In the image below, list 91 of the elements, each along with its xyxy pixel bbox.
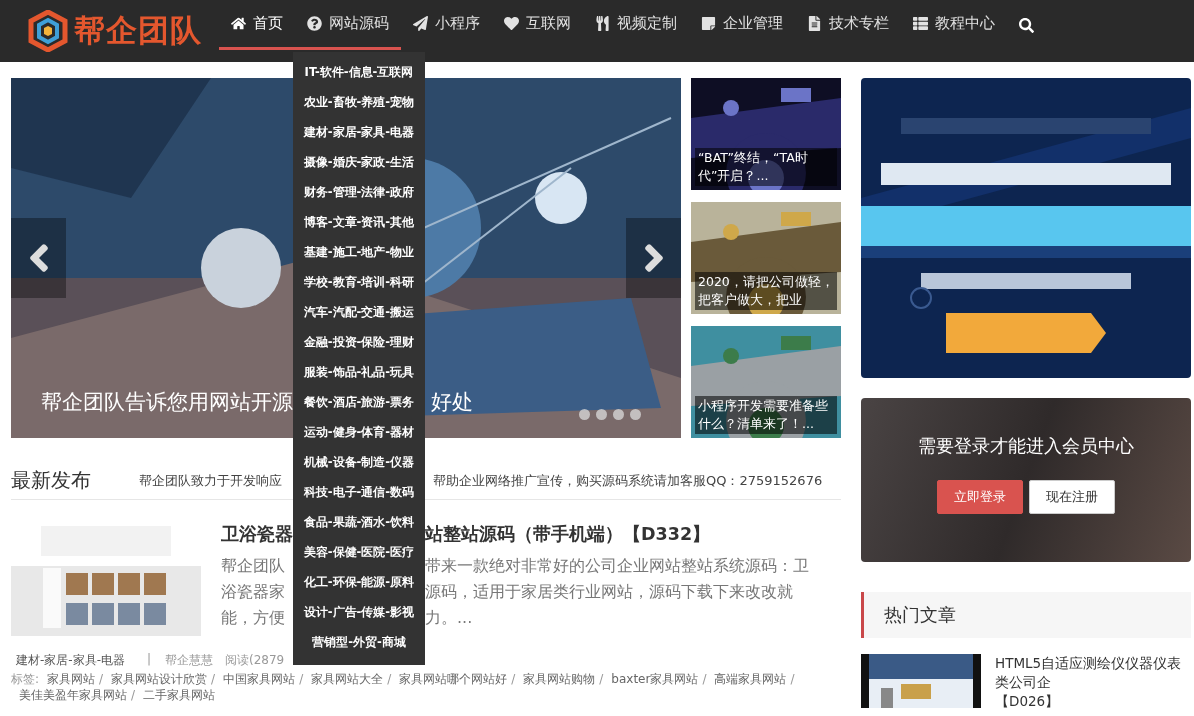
tag-link[interactable]: baxter家具网站	[611, 672, 699, 686]
post-caption[interactable]: 小程序开发需要准备些什么？清单来了！...	[695, 396, 837, 434]
nav-link[interactable]: 视频定制	[583, 0, 689, 50]
tag-separator: /	[702, 672, 707, 686]
article-excerpt: 力。...	[425, 607, 473, 629]
tag-separator: /	[790, 672, 795, 686]
dropdown-item[interactable]: 运动-健身-体育-器材	[293, 417, 425, 447]
section-title: 热门文章	[884, 603, 956, 627]
article-excerpt: 带来一款绝对非常好的公司企业网站整站系统源码：卫	[425, 555, 809, 577]
question-icon	[307, 16, 322, 31]
slide-dot[interactable]	[579, 409, 590, 420]
dropdown-item[interactable]: 农业-畜牧-养殖-宠物	[293, 87, 425, 117]
search-icon	[1019, 17, 1034, 33]
notice-text: 帮助企业网络推广宣传，购买源码系统请加客服QQ：2759152676	[433, 471, 823, 490]
slide-caption: 帮企团队告诉您用网站开源	[41, 389, 293, 416]
tag-separator: /	[211, 672, 216, 686]
dropdown-item[interactable]: 基建-施工-地产-物业	[293, 237, 425, 267]
dropdown-item[interactable]: 设计-广告-传媒-影视	[293, 597, 425, 627]
dropdown-item[interactable]: 美容-保健-医院-医疗	[293, 537, 425, 567]
hot-article-title[interactable]: HTML5自适应测绘仪仪器仪表	[995, 654, 1182, 673]
dropdown-item[interactable]: 摄像-婚庆-家政-生活	[293, 147, 425, 177]
nav-link[interactable]: 互联网	[492, 0, 583, 50]
tag-separator: /	[99, 672, 104, 686]
dropdown-item[interactable]: 食品-果蔬-酒水-饮料	[293, 507, 425, 537]
nav-link[interactable]: 首页	[219, 0, 295, 50]
tag-link[interactable]: 二手家具网站	[143, 688, 216, 702]
previous-slide-button[interactable]	[11, 218, 66, 298]
hot-article-title[interactable]: 类公司企	[995, 673, 1182, 692]
dropdown-item[interactable]: 汽车-汽配-交通-搬运	[293, 297, 425, 327]
category-link[interactable]: 建材-家居-家具-电器	[16, 652, 147, 669]
slide-dot[interactable]	[613, 409, 624, 420]
tag-link[interactable]: 家具网站购物	[523, 672, 596, 686]
article-excerpt: 帮企团队	[221, 555, 285, 577]
dropdown-item[interactable]: 科技-电子-通信-数码	[293, 477, 425, 507]
tag-link[interactable]: 美佳美盈年家具网站	[19, 688, 127, 702]
article-excerpt: 源码，适用于家居类行业网站，源码下载下来改改就	[425, 581, 793, 603]
home-icon	[231, 16, 246, 31]
meta-divider: |	[147, 652, 153, 668]
login-button[interactable]: 立即登录	[937, 480, 1023, 514]
dropdown-item[interactable]: 学校-教育-培训-科研	[293, 267, 425, 297]
register-button[interactable]: 现在注册	[1029, 480, 1115, 514]
post-caption[interactable]: 2020，请把公司做轻，把客户做大，把业	[695, 272, 837, 310]
slide-dot[interactable]	[596, 409, 607, 420]
dropdown-item[interactable]: 化工-环保-能源-原料	[293, 567, 425, 597]
tag-separator: /	[299, 672, 304, 686]
nav-link[interactable]: 小程序	[401, 0, 492, 50]
article-excerpt: 浴瓷器家	[221, 581, 285, 603]
dropdown-item[interactable]: 金融-投资-保险-理财	[293, 327, 425, 357]
dropdown-item[interactable]: 服装-饰品-礼品-玩具	[293, 357, 425, 387]
tag-link[interactable]: 中国家具网站	[223, 672, 296, 686]
tags-label: 标签:	[11, 672, 40, 686]
tag-separator: /	[131, 688, 136, 702]
author-name: 帮企慧慧	[165, 652, 214, 669]
logo-text[interactable]: 帮企团队	[74, 10, 202, 52]
tag-separator: /	[387, 672, 392, 686]
article-title[interactable]: 卫浴瓷器	[221, 518, 293, 550]
dropdown-item[interactable]: 建材-家居-家具-电器	[293, 117, 425, 147]
article-excerpt: 能，方便	[221, 607, 285, 629]
tag-link[interactable]: 家具网站哪个网站好	[399, 672, 508, 686]
dropdown-item[interactable]: 博客-文章-资讯-其他	[293, 207, 425, 237]
list-icon	[913, 16, 928, 31]
hot-article-title[interactable]: 【D026】	[995, 692, 1182, 711]
dropdown-item[interactable]: 营销型-外贸-商城	[293, 627, 425, 657]
tag-link[interactable]: 高端家具网站	[714, 672, 787, 686]
file-icon	[807, 16, 822, 31]
tag-link[interactable]: 家具网站设计欣赏	[111, 672, 208, 686]
read-count: 阅读(2879	[225, 652, 285, 669]
notice-text: 帮企团队致力于开发响应	[139, 471, 283, 490]
tag-link[interactable]: 家具网站大全	[311, 672, 384, 686]
nav-link[interactable]: 教程中心	[901, 0, 1007, 50]
dropdown-item[interactable]: 机械-设备-制造-仪器	[293, 447, 425, 477]
heart-icon	[504, 16, 519, 31]
dropdown-item[interactable]: IT-软件-信息-互联网	[293, 57, 425, 87]
next-slide-button[interactable]	[626, 218, 681, 298]
post-caption[interactable]: “BAT”终结，“TA时代”开启？...	[695, 148, 837, 186]
fork-knife-icon	[595, 16, 610, 31]
nav-link[interactable]: 技术专栏	[795, 0, 901, 50]
note-icon	[701, 16, 716, 31]
nav-link[interactable]: 企业管理	[689, 0, 795, 50]
slide-dot[interactable]	[630, 409, 641, 420]
slide-caption: 好处	[431, 389, 473, 416]
section-title: 最新发布	[11, 467, 92, 494]
login-message: 需要登录才能进入会员中心	[918, 434, 1134, 458]
paper-plane-icon	[413, 16, 428, 31]
article-title[interactable]: 站整站源码（带手机端）【D332】	[425, 518, 711, 550]
tag-separator: /	[511, 672, 516, 686]
dropdown-item[interactable]: 财务-管理-法律-政府	[293, 177, 425, 207]
dropdown-item[interactable]: 餐饮-酒店-旅游-票务	[293, 387, 425, 417]
hexagon-logo-icon	[28, 10, 68, 52]
tag-link[interactable]: 家具网站	[47, 672, 96, 686]
tag-separator: /	[599, 672, 604, 686]
